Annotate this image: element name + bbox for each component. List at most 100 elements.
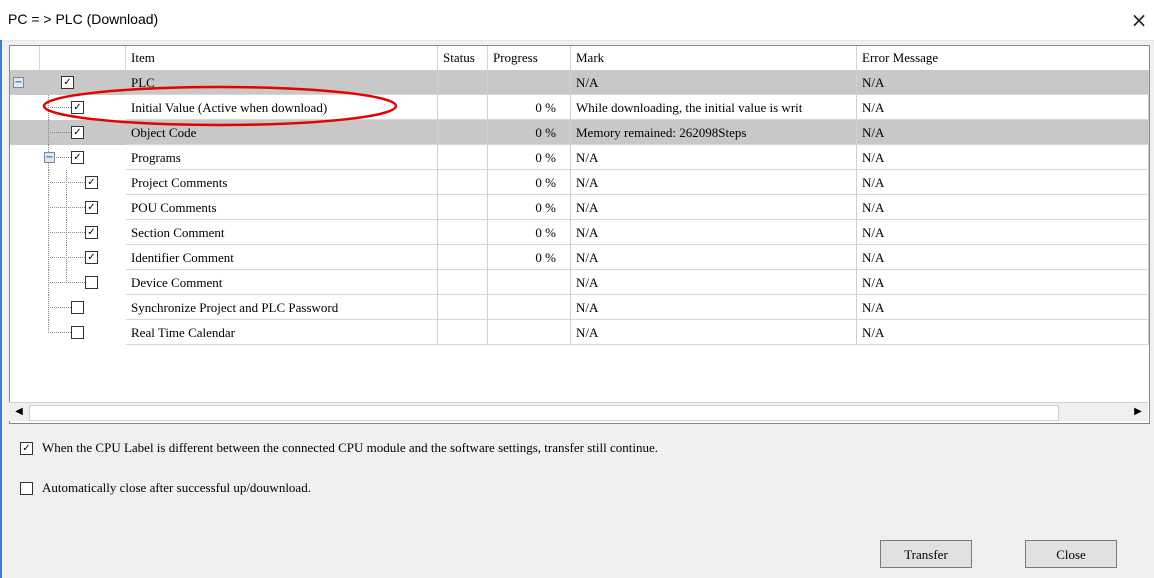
auto-close-checkbox[interactable] [20, 482, 33, 495]
error-cell: N/A [857, 145, 1149, 170]
item-cell: Object Code [126, 120, 438, 145]
item-cell: POU Comments [126, 195, 438, 220]
status-cell [438, 170, 488, 195]
status-cell [438, 145, 488, 170]
horizontal-scrollbar[interactable]: ◀ ▶ [9, 402, 1148, 421]
scrollbar-thumb[interactable] [29, 405, 1059, 421]
table-row[interactable]: Object Code 0 % Memory remained: 262098Ste… [10, 120, 1149, 145]
table-row[interactable]: Device Comment N/A N/A [10, 270, 1149, 295]
item-checkbox[interactable] [71, 301, 84, 314]
status-cell [438, 295, 488, 320]
header-mark[interactable]: Mark [571, 46, 857, 70]
tree-line [48, 132, 71, 133]
mark-cell: N/A [571, 295, 857, 320]
table-row[interactable]: Section Comment 0 % N/A N/A ✓ [10, 220, 1149, 245]
item-checkbox[interactable]: ✓ [71, 151, 84, 164]
mark-cell: N/A [571, 245, 857, 270]
progress-cell [488, 295, 571, 320]
status-cell [438, 270, 488, 295]
collapse-icon[interactable]: − [44, 152, 55, 163]
progress-cell: 0 % [488, 220, 571, 245]
item-checkbox[interactable]: ✓ [71, 101, 84, 114]
header-progress[interactable]: Progress [488, 46, 571, 70]
progress-cell: 0 % [488, 245, 571, 270]
table-row[interactable]: Initial Value (Active when download) 0 % W… [10, 95, 1149, 120]
grid-header: Item Status Progress Mark Error Message [10, 46, 1149, 71]
error-cell: N/A [857, 295, 1149, 320]
tree-line [66, 245, 67, 270]
status-cell [438, 245, 488, 270]
mark-cell: Memory remained: 262098Steps [571, 120, 857, 145]
progress-cell [488, 70, 571, 95]
item-checkbox[interactable]: ✓ [85, 176, 98, 189]
tree-line [48, 107, 71, 108]
status-cell [438, 95, 488, 120]
mark-cell: N/A [571, 270, 857, 295]
mark-cell: While downloading, the initial value is … [571, 95, 857, 120]
transfer-button[interactable]: Transfer [880, 540, 972, 568]
error-cell: N/A [857, 220, 1149, 245]
mark-cell: N/A [571, 170, 857, 195]
item-cell: Programs [126, 145, 438, 170]
header-status[interactable]: Status [438, 46, 488, 70]
item-cell: Initial Value (Active when download) [126, 95, 438, 120]
item-checkbox[interactable]: ✓ [71, 126, 84, 139]
progress-cell: 0 % [488, 170, 571, 195]
mark-cell: N/A [571, 145, 857, 170]
item-checkbox[interactable] [85, 276, 98, 289]
tree-line [66, 170, 67, 195]
table-row[interactable]: PLC N/A N/A − ✓ [10, 70, 1149, 95]
item-cell: Real Time Calendar [126, 320, 438, 345]
error-cell: N/A [857, 120, 1149, 145]
progress-cell [488, 270, 571, 295]
item-checkbox[interactable] [71, 326, 84, 339]
table-row[interactable]: Synchronize Project and PLC Password N/A N… [10, 295, 1149, 320]
table-row[interactable]: Programs 0 % N/A N/A − ✓ [10, 145, 1149, 170]
scroll-left-icon[interactable]: ◀ [11, 405, 27, 419]
status-cell [438, 220, 488, 245]
item-cell: Section Comment [126, 220, 438, 245]
error-cell: N/A [857, 195, 1149, 220]
table-row[interactable]: Project Comments 0 % N/A N/A ✓ [10, 170, 1149, 195]
error-cell: N/A [857, 270, 1149, 295]
mark-cell: N/A [571, 220, 857, 245]
header-tree-column [10, 46, 40, 70]
header-check-column [40, 46, 126, 70]
tree-line [48, 332, 71, 333]
download-items-grid: Item Status Progress Mark Error Message … [9, 45, 1150, 424]
auto-close-option-label: Automatically close after successful up/… [42, 480, 311, 495]
error-cell: N/A [857, 245, 1149, 270]
error-cell: N/A [857, 320, 1149, 345]
item-cell: Project Comments [126, 170, 438, 195]
item-checkbox[interactable]: ✓ [85, 201, 98, 214]
close-window-icon[interactable]: × [1126, 6, 1152, 34]
item-checkbox[interactable]: ✓ [61, 76, 74, 89]
item-cell: PLC [126, 70, 438, 95]
collapse-icon[interactable]: − [13, 77, 24, 88]
item-checkbox[interactable]: ✓ [85, 226, 98, 239]
progress-cell: 0 % [488, 95, 571, 120]
header-item[interactable]: Item [126, 46, 438, 70]
item-cell: Synchronize Project and PLC Password [126, 295, 438, 320]
tree-line [66, 220, 67, 245]
scroll-right-icon[interactable]: ▶ [1130, 405, 1146, 419]
table-row[interactable]: Real Time Calendar N/A N/A [10, 320, 1149, 345]
table-row[interactable]: POU Comments 0 % N/A N/A ✓ [10, 195, 1149, 220]
tree-line [66, 195, 67, 220]
progress-cell: 0 % [488, 120, 571, 145]
window-edge [0, 40, 2, 578]
item-checkbox[interactable]: ✓ [85, 251, 98, 264]
close-button[interactable]: Close [1025, 540, 1117, 568]
header-error-message[interactable]: Error Message [857, 46, 1149, 70]
cpu-label-checkbox[interactable]: ✓ [20, 442, 33, 455]
window-title: PC = > PLC (Download) [8, 11, 159, 27]
error-cell: N/A [857, 170, 1149, 195]
item-cell: Identifier Comment [126, 245, 438, 270]
item-cell: Device Comment [126, 270, 438, 295]
cpu-label-option-label: When the CPU Label is different between … [42, 440, 659, 455]
progress-cell [488, 320, 571, 345]
status-cell [438, 320, 488, 345]
error-cell: N/A [857, 95, 1149, 120]
error-cell: N/A [857, 70, 1149, 95]
table-row[interactable]: Identifier Comment 0 % N/A N/A ✓ [10, 245, 1149, 270]
